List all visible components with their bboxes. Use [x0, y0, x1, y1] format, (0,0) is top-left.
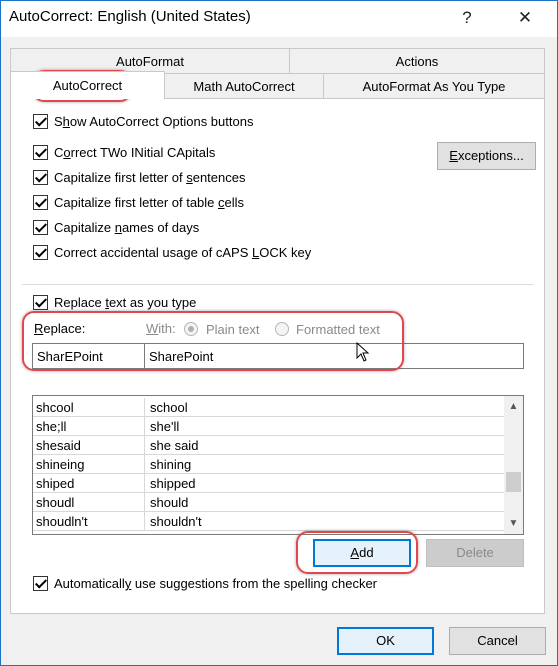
capitalize-table-checkbox[interactable] [33, 195, 48, 210]
replace-as-type-checkbox[interactable] [33, 295, 48, 310]
formatted-text-radio[interactable] [275, 322, 289, 336]
list-item[interactable]: shoudln't shouldn't [33, 512, 504, 531]
help-icon[interactable]: ? [452, 4, 482, 32]
ok-button[interactable]: OK [337, 627, 434, 655]
plain-text-label: Plain text [206, 322, 260, 337]
delete-button[interactable]: Delete [426, 539, 524, 567]
list-item[interactable]: shiped shipped [33, 474, 504, 493]
caps-lock-label: Correct accidental usage of cAPS LOCK ke… [54, 245, 312, 260]
tab-autocorrect[interactable]: AutoCorrect [10, 71, 165, 99]
replace-label: Replace: [34, 321, 86, 336]
tab-math-autocorrect[interactable]: Math AutoCorrect [164, 73, 324, 99]
autocorrect-entries-list[interactable]: shcool school she;ll she'll shesaid she sai… [32, 395, 524, 535]
list-item[interactable]: shineing shining [33, 455, 504, 474]
capitalize-sentences-label: Capitalize first letter of sentences [54, 170, 246, 185]
spelling-suggestions-checkbox[interactable] [33, 576, 48, 591]
with-label: With: [146, 321, 176, 336]
correct-two-initial-checkbox[interactable] [33, 145, 48, 160]
formatted-text-label: Formatted text [296, 322, 380, 337]
capitalize-table-label: Capitalize first letter of table cells [54, 195, 245, 210]
exceptions-button[interactable]: Exceptions... [437, 142, 536, 170]
replace-as-type-label: Replace text as you type [54, 295, 197, 310]
capitalize-days-checkbox[interactable] [33, 220, 48, 235]
spelling-suggestions-label: Automatically use suggestions from the s… [54, 576, 377, 591]
replace-input[interactable]: SharEPoint [32, 343, 145, 369]
add-button[interactable]: Add [313, 539, 411, 567]
correct-two-initial-label: Correct TWo INitial CApitals [54, 145, 216, 160]
scroll-thumb[interactable] [506, 472, 521, 492]
cursor-icon [356, 342, 370, 362]
capitalize-days-label: Capitalize names of days [54, 220, 200, 235]
list-item[interactable]: shoudl should [33, 493, 504, 512]
scroll-up-icon[interactable]: ▲ [504, 398, 523, 415]
list-scrollbar[interactable]: ▲ ▼ [504, 396, 523, 534]
list-item[interactable]: shcool school [33, 398, 504, 417]
show-options-checkbox[interactable] [33, 114, 48, 129]
tab-autoformat-as-you-type[interactable]: AutoFormat As You Type [323, 73, 545, 99]
close-icon[interactable]: ✕ [510, 4, 540, 32]
plain-text-radio[interactable] [184, 322, 198, 336]
capitalize-sentences-checkbox[interactable] [33, 170, 48, 185]
list-item[interactable]: shesaid she said [33, 436, 504, 455]
list-item[interactable]: she;ll she'll [33, 417, 504, 436]
divider [22, 284, 534, 285]
show-options-label: Show AutoCorrect Options buttons [54, 114, 254, 129]
tab-actions[interactable]: Actions [289, 48, 545, 74]
cancel-button[interactable]: Cancel [449, 627, 546, 655]
scroll-down-icon[interactable]: ▼ [504, 515, 523, 532]
caps-lock-checkbox[interactable] [33, 245, 48, 260]
with-input[interactable]: SharePoint [144, 343, 524, 369]
dialog-title: AutoCorrect: English (United States) [9, 8, 251, 25]
